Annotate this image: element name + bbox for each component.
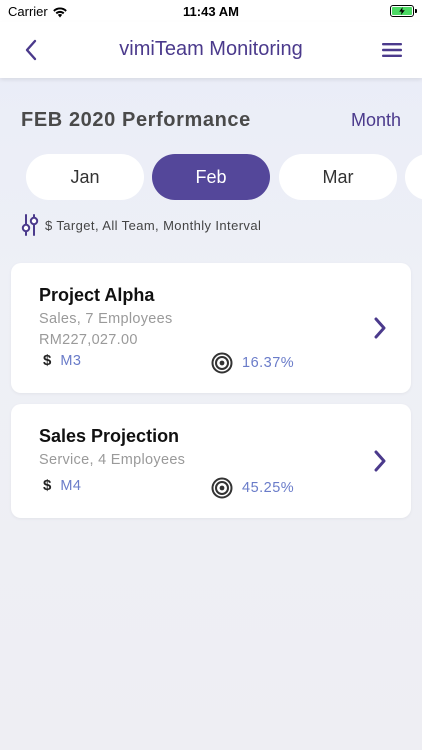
- target-metric: $ M4: [43, 477, 82, 494]
- chevron-right-icon: [374, 450, 386, 472]
- performance-title: FEB 2020 Performance: [21, 109, 251, 131]
- month-pill-jan[interactable]: Jan: [26, 154, 144, 200]
- project-amount: RM227,027.00: [39, 332, 138, 348]
- open-project-button[interactable]: [371, 448, 389, 474]
- progress-value: 16.37%: [242, 355, 295, 371]
- project-subtitle: Sales, 7 Employees: [39, 311, 173, 327]
- target-metric: $ M3: [43, 352, 82, 369]
- status-bar: Carrier 11:43 AM: [0, 0, 422, 22]
- month-selector: Jan Feb Mar: [0, 154, 422, 200]
- page-title: vimiTeam Monitoring: [119, 38, 303, 60]
- month-pill-next[interactable]: [405, 154, 422, 200]
- project-card-alpha[interactable]: Project Alpha Sales, 7 Employees RM227,0…: [11, 263, 411, 393]
- period-toggle-button[interactable]: Month: [351, 110, 401, 131]
- target-bullseye-icon: [211, 352, 233, 374]
- hamburger-menu-icon: [382, 43, 402, 57]
- project-name: Sales Projection: [39, 426, 180, 446]
- open-project-button[interactable]: [371, 315, 389, 341]
- project-subtitle: Service, 4 Employees: [39, 452, 186, 468]
- charging-bolt-icon: [399, 7, 405, 15]
- chevron-right-icon: [374, 317, 386, 339]
- project-metrics: $ M4 45.25%: [43, 477, 383, 499]
- battery-charge-fill: [392, 7, 412, 15]
- dollar-icon: $: [43, 352, 52, 369]
- filter-text: $ Target, All Team, Monthly Interval: [45, 217, 262, 233]
- battery-icon: [390, 5, 417, 17]
- project-metrics: $ M3 16.37%: [43, 352, 383, 374]
- progress-metric: 16.37%: [211, 352, 294, 374]
- dollar-icon: $: [43, 477, 52, 494]
- filter-summary[interactable]: $ Target, All Team, Monthly Interval: [21, 214, 261, 236]
- month-pill-mar[interactable]: Mar: [279, 154, 397, 200]
- progress-value: 45.25%: [242, 480, 295, 496]
- navigation-bar: vimiTeam Monitoring: [0, 22, 422, 78]
- project-card-sales-projection[interactable]: Sales Projection Service, 4 Employees $ …: [11, 404, 411, 518]
- filter-sliders-icon: [21, 214, 39, 236]
- month-pill-feb[interactable]: Feb: [152, 154, 270, 200]
- project-name: Project Alpha: [39, 285, 155, 305]
- progress-metric: 45.25%: [211, 477, 294, 499]
- target-value: M4: [60, 477, 82, 494]
- target-bullseye-icon: [211, 477, 233, 499]
- menu-button[interactable]: [380, 38, 404, 62]
- target-value: M3: [60, 352, 82, 369]
- status-time: 11:43 AM: [183, 4, 239, 19]
